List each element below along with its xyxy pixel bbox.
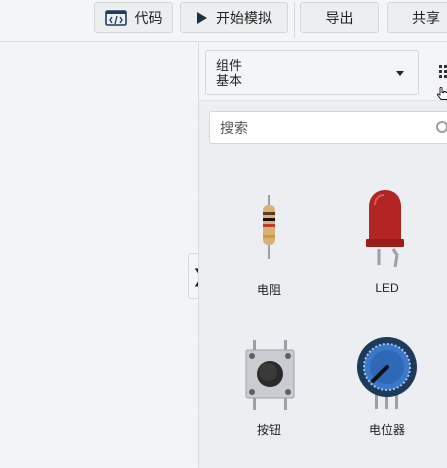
grid-view-icon[interactable] [439,65,447,78]
workplane-canvas[interactable] [0,43,198,468]
pushbutton-icon [245,340,295,410]
component-label: 电阻 [256,283,281,297]
toolbar-divider [294,2,295,38]
category-value: 基本 [216,73,243,88]
led-icon [366,190,404,268]
component-search-input[interactable] [209,111,447,144]
search-icon [436,121,447,133]
component-potentiometer[interactable]: 电位器 [332,323,442,443]
export-button[interactable]: 导出 [300,2,379,33]
code-button[interactable]: 代码 [94,2,173,33]
component-label: LED [375,281,399,295]
code-button-label: 代码 [134,9,163,26]
potentiometer-icon [357,337,417,409]
component-resistor[interactable]: 电阻 [214,183,324,303]
export-button-label: 导出 [325,9,354,26]
component-led[interactable]: LED [332,183,442,303]
play-icon [197,11,207,24]
top-toolbar: 代码 开始模拟 导出 共享 [0,0,447,42]
component-label: 电位器 [368,423,405,437]
component-pushbutton[interactable]: 按钮 [214,323,324,443]
resistor-icon [263,195,275,259]
share-button[interactable]: 共享 [387,2,447,33]
components-panel: 组件 基本 电阻 LED [198,43,447,468]
start-simulation-label: 开始模拟 [216,9,272,26]
component-category-select[interactable]: 组件 基本 [205,50,419,95]
start-simulation-button[interactable]: 开始模拟 [180,2,288,33]
share-button-label: 共享 [412,9,440,26]
component-label: 按钮 [256,423,281,437]
chevron-down-icon [396,71,404,76]
code-editor-icon [104,9,127,26]
pointer-hand-icon [437,87,447,100]
panel-header: 组件 基本 [199,43,447,101]
category-heading: 组件 [216,58,243,73]
